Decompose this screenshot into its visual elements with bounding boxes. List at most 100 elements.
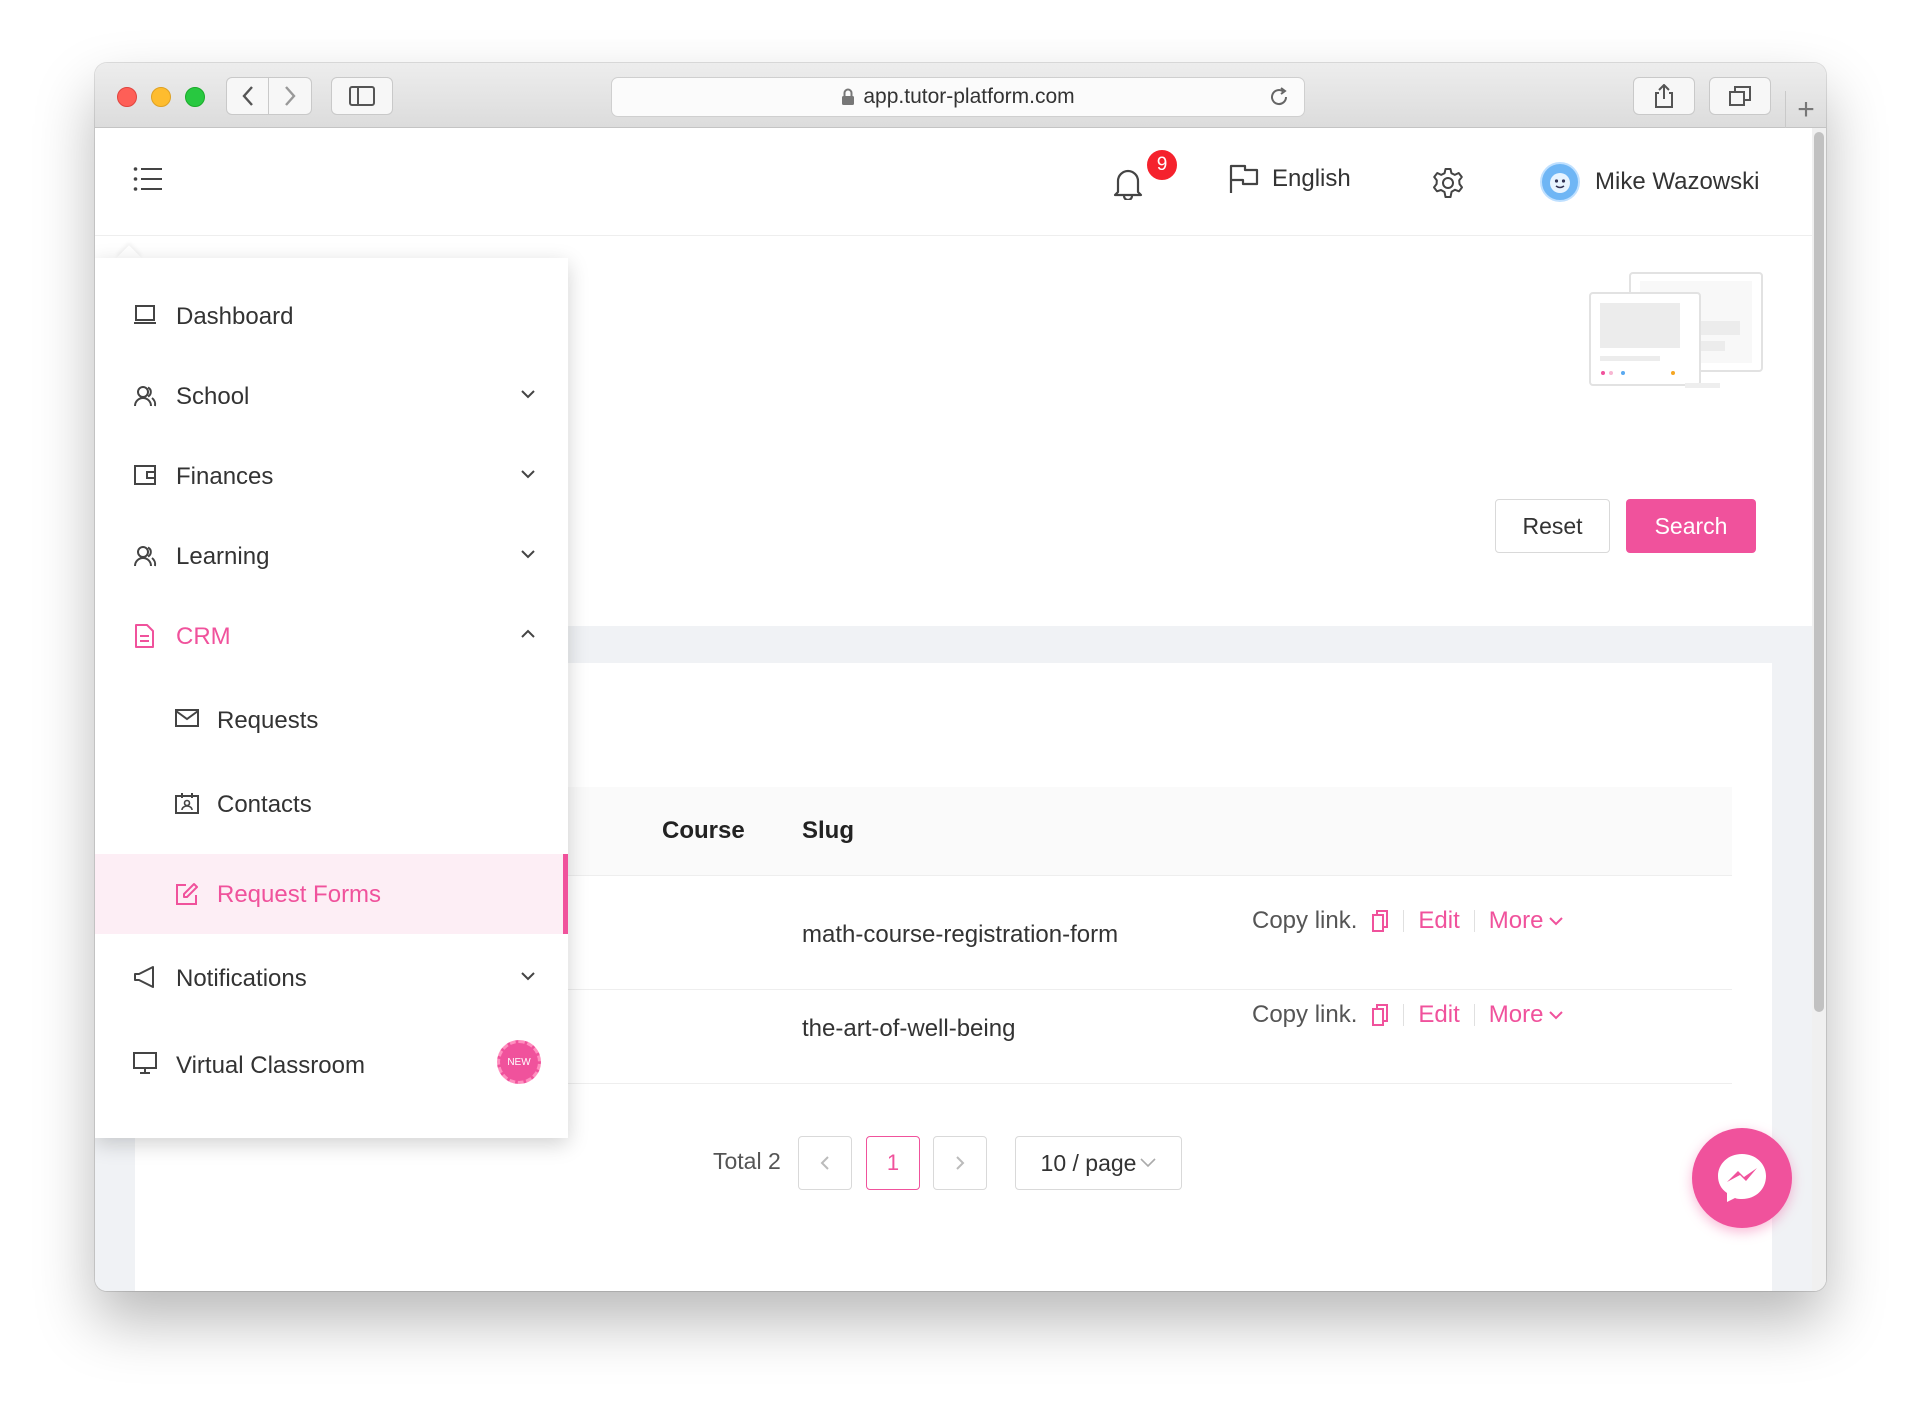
chevron-right-icon	[956, 1156, 965, 1170]
menu-item-label: Finances	[176, 463, 274, 490]
navigation-menu: Dashboard School Finances Learning CRM R…	[95, 258, 568, 1138]
toggle-sidebar-button[interactable]	[331, 77, 393, 115]
prev-page-button[interactable]	[798, 1136, 852, 1190]
laptop-icon	[133, 304, 157, 326]
copy-icon[interactable]	[1371, 1003, 1389, 1027]
share-button[interactable]	[1633, 77, 1695, 115]
language-label: English	[1272, 165, 1351, 192]
menu-item-label: Virtual Classroom	[176, 1052, 365, 1079]
lock-icon	[842, 88, 855, 105]
contact-card-icon	[175, 792, 199, 814]
chevron-right-icon	[285, 86, 296, 106]
column-header-slug: Slug	[802, 817, 854, 844]
menu-item-learning[interactable]: Learning	[95, 516, 568, 596]
action-divider	[1473, 910, 1475, 932]
row-actions: Copy link. Edit More	[1252, 1001, 1564, 1029]
total-count: Total 2	[713, 1148, 781, 1174]
chevron-left-icon	[820, 1156, 829, 1170]
chevron-down-icon	[1140, 1158, 1157, 1168]
chevron-down-icon	[521, 971, 535, 981]
reload-icon[interactable]	[1268, 86, 1290, 108]
user-name: Mike Wazowski	[1595, 168, 1760, 195]
chevron-down-icon	[1549, 1011, 1564, 1020]
page-content: 9 English Mike Wazowski Reset Search Cou…	[95, 128, 1826, 1291]
column-header-course: Course	[662, 817, 745, 844]
scrollbar-thumb[interactable]	[1814, 132, 1824, 1012]
new-badge: NEW	[497, 1040, 541, 1084]
browser-window: app.tutor-platform.com + 9 English Mike …	[95, 63, 1826, 1291]
chevron-up-icon	[521, 629, 535, 639]
copy-link-label: Copy link.	[1252, 907, 1358, 934]
slug-cell: the-art-of-well-being	[802, 1015, 1016, 1042]
menu-item-label: CRM	[176, 623, 231, 650]
dashboard-illustration	[1589, 272, 1763, 388]
minimize-window-button[interactable]	[151, 87, 171, 107]
edit-link[interactable]: Edit	[1418, 1001, 1459, 1029]
action-divider	[1403, 1004, 1405, 1026]
maximize-window-button[interactable]	[185, 87, 205, 107]
history-nav	[226, 77, 312, 115]
menu-item-finances[interactable]: Finances	[95, 436, 568, 516]
address-bar[interactable]: app.tutor-platform.com	[611, 77, 1305, 117]
slug-cell: math-course-registration-form	[802, 921, 1119, 948]
top-navbar: 9 English Mike Wazowski	[95, 128, 1812, 236]
tabs-icon	[1729, 86, 1751, 106]
menu-item-notifications[interactable]: Notifications	[95, 934, 568, 1022]
more-label: More	[1488, 907, 1544, 934]
menu-item-label: Request Forms	[217, 881, 382, 908]
search-button[interactable]: Search	[1626, 499, 1756, 553]
messenger-icon	[1718, 1154, 1766, 1202]
share-icon	[1655, 84, 1673, 108]
menu-item-label: Learning	[176, 543, 270, 570]
document-icon	[133, 624, 155, 648]
gear-icon[interactable]	[1432, 167, 1464, 199]
megaphone-icon	[133, 966, 157, 988]
menu-item-virtual-classroom[interactable]: Virtual Classroom NEW	[95, 1022, 568, 1102]
back-button[interactable]	[227, 78, 270, 114]
page-size-select[interactable]: 10 / page	[1015, 1136, 1182, 1190]
chat-launcher-button[interactable]	[1692, 1128, 1792, 1228]
avatar	[1540, 162, 1580, 202]
more-dropdown[interactable]: More	[1489, 1001, 1564, 1029]
user-menu[interactable]: Mike Wazowski	[1540, 162, 1759, 202]
avatar-character-icon	[1550, 173, 1570, 193]
row-actions: Copy link. Edit More	[1252, 907, 1564, 935]
new-tab-button[interactable]: +	[1785, 91, 1826, 128]
menu-item-school[interactable]: School	[95, 356, 568, 436]
page-1-button[interactable]: 1	[866, 1136, 920, 1190]
chevron-left-icon	[241, 86, 253, 106]
chevron-down-icon	[521, 549, 535, 559]
menu-item-label: Notifications	[176, 965, 307, 992]
menu-item-label: School	[176, 383, 250, 410]
close-window-button[interactable]	[117, 87, 137, 107]
plus-icon: +	[1797, 92, 1815, 126]
chevron-down-icon	[1549, 917, 1564, 926]
pagination: Total 2 1 10 / page	[135, 1136, 1772, 1190]
action-divider	[1403, 910, 1405, 932]
menu-item-request-forms[interactable]: Request Forms	[95, 854, 568, 934]
menu-item-contacts[interactable]: Contacts	[95, 766, 568, 844]
menu-item-crm[interactable]: CRM	[95, 596, 568, 676]
users-icon	[133, 384, 157, 408]
flag-icon	[1229, 164, 1259, 193]
chevron-down-icon	[521, 469, 535, 479]
language-selector[interactable]: English	[1228, 164, 1351, 194]
copy-icon[interactable]	[1371, 909, 1389, 933]
edit-link[interactable]: Edit	[1418, 907, 1459, 935]
show-tabs-button[interactable]	[1709, 77, 1771, 115]
forward-button[interactable]	[269, 78, 311, 114]
menu-toggle-icon[interactable]	[133, 166, 163, 192]
menu-item-label: Dashboard	[176, 303, 294, 330]
next-page-button[interactable]	[933, 1136, 987, 1190]
bell-icon[interactable]	[1113, 166, 1143, 200]
page-scrollbar[interactable]	[1812, 128, 1826, 1291]
menu-item-requests[interactable]: Requests	[95, 676, 568, 766]
more-dropdown[interactable]: More	[1489, 907, 1564, 935]
users-icon	[133, 544, 157, 568]
more-label: More	[1488, 1001, 1544, 1028]
wallet-icon	[133, 464, 157, 486]
reset-button[interactable]: Reset	[1495, 499, 1610, 553]
sidebar-icon	[349, 86, 375, 106]
menu-item-dashboard[interactable]: Dashboard	[95, 276, 568, 356]
notification-count-badge: 9	[1145, 148, 1179, 182]
